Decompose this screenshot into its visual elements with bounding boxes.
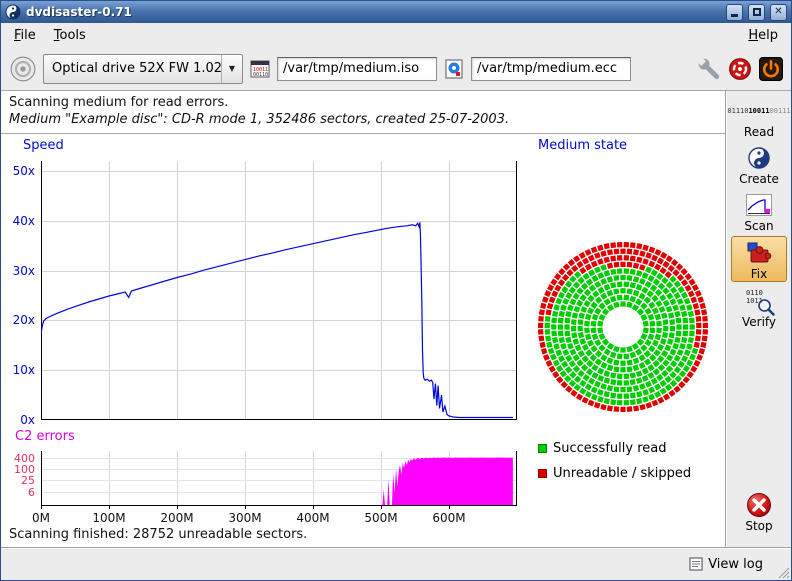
power-icon (759, 57, 783, 81)
read-button-label: Read (731, 125, 787, 139)
scan-chart-icon (731, 191, 787, 219)
x-tick: 0M (19, 511, 63, 525)
status-heading: Scanning medium for read errors. (9, 95, 228, 110)
verify-button[interactable]: 0110 1011 Verify (731, 285, 787, 329)
scan-button[interactable]: Scan (731, 189, 787, 233)
legend-skipped-swatch (538, 469, 547, 478)
close-icon: ✕ (774, 6, 782, 17)
dvdisaster-logo-icon (728, 57, 752, 81)
x-tick: 100M (87, 511, 131, 525)
drive-select-value: Optical drive 52X FW 1.02 (44, 61, 221, 76)
create-button-label: Create (731, 172, 787, 186)
medium-state-title: Medium state (538, 138, 627, 153)
speed-ytick: 40x (1, 214, 35, 228)
resize-grip[interactable] (776, 565, 790, 579)
x-tick: 600M (427, 511, 471, 525)
ecc-file-button[interactable] (443, 58, 465, 80)
toolbar: Optical drive 52X FW 1.02 ▼ 10011 00110 (1, 47, 791, 91)
c2-errors-chart (41, 451, 517, 510)
legend-skipped-row: Unreadable / skipped (538, 466, 691, 481)
create-button[interactable]: Create (731, 142, 787, 186)
toolbar-right-group (697, 57, 783, 81)
stop-icon (731, 491, 787, 519)
ecc-file-input[interactable] (471, 57, 631, 81)
speed-ytick: 10x (1, 363, 35, 377)
quit-button[interactable] (759, 57, 783, 81)
menubar: File Tools Help (1, 23, 791, 47)
image-file-button[interactable]: 10011 00110 (249, 58, 271, 80)
log-icon (689, 557, 703, 571)
window-title: dvdisaster-0.71 (26, 5, 721, 19)
magnifier-verify-icon: 0110 1011 (731, 287, 787, 315)
puzzle-fix-icon (732, 239, 786, 267)
view-log-button[interactable]: View log (683, 553, 769, 575)
bottom-statusbar: View log (1, 547, 791, 580)
view-log-label: View log (708, 557, 763, 572)
image-file-icon: 10011 00110 (249, 58, 271, 80)
x-tick: 200M (155, 511, 199, 525)
maximize-button[interactable] (748, 4, 765, 21)
image-file-input[interactable] (277, 57, 437, 81)
speed-ytick: 30x (1, 264, 35, 278)
titlebar: dvdisaster-0.71 ✕ (1, 1, 791, 23)
medium-state-disc (534, 238, 712, 416)
menu-file[interactable]: File (5, 25, 45, 46)
fix-button[interactable]: Fix (731, 236, 787, 282)
menu-help[interactable]: Help (739, 25, 787, 46)
wrench-icon (697, 57, 721, 81)
c2-chart-title: C2 errors (15, 429, 75, 444)
app-icon[interactable] (5, 4, 21, 20)
legend-read-label: Successfully read (553, 441, 666, 456)
main-drawing-area: Scanning medium for read errors. Medium … (1, 91, 725, 549)
drive-button[interactable] (9, 55, 37, 83)
speed-chart (41, 161, 517, 420)
app-window: dvdisaster-0.71 ✕ File Tools Help Optica… (0, 0, 792, 581)
stop-button-label: Stop (731, 519, 787, 533)
preferences-button[interactable] (697, 57, 721, 81)
header-separator (1, 133, 725, 135)
menu-tools[interactable]: Tools (45, 25, 95, 46)
disc-drive-icon (9, 55, 37, 83)
x-tick: 500M (359, 511, 403, 525)
stop-button[interactable]: Stop (731, 489, 787, 533)
magnifier-icon (757, 298, 775, 316)
ecc-file-icon (443, 58, 465, 80)
yin-yang-icon (731, 144, 787, 172)
about-logo-button[interactable] (728, 57, 752, 81)
speed-ytick: 50x (1, 164, 35, 178)
verify-button-label: Verify (731, 315, 787, 329)
speed-chart-title: Speed (23, 138, 64, 153)
close-button[interactable]: ✕ (770, 4, 787, 21)
x-tick: 400M (291, 511, 335, 525)
fix-button-label: Fix (732, 267, 786, 281)
c2-ytick: 6 (1, 486, 35, 499)
speed-ytick: 20x (1, 313, 35, 327)
minimize-button[interactable] (726, 4, 743, 21)
chevron-down-icon: ▼ (222, 64, 242, 73)
svg-text:00110: 00110 (253, 72, 268, 78)
scan-result-line: Scanning finished: 28752 unreadable sect… (9, 527, 307, 542)
action-sidebar: 01110 10011 00111 Read Create (725, 91, 791, 549)
x-tick: 300M (223, 511, 267, 525)
read-button[interactable]: 01110 10011 00111 Read (731, 95, 787, 139)
legend-skipped-label: Unreadable / skipped (553, 466, 691, 481)
scan-button-label: Scan (731, 219, 787, 233)
legend-read-swatch (538, 444, 547, 453)
drive-select-combo[interactable]: Optical drive 52X FW 1.02 ▼ (43, 54, 243, 84)
binary-read-icon: 01110 10011 00111 (731, 97, 787, 125)
medium-info-line: Medium "Example disc": CD-R mode 1, 3524… (9, 112, 509, 127)
minimize-icon (731, 14, 738, 17)
maximize-icon (753, 8, 761, 16)
legend-read-row: Successfully read (538, 441, 666, 456)
speed-ytick: 0x (1, 413, 35, 427)
